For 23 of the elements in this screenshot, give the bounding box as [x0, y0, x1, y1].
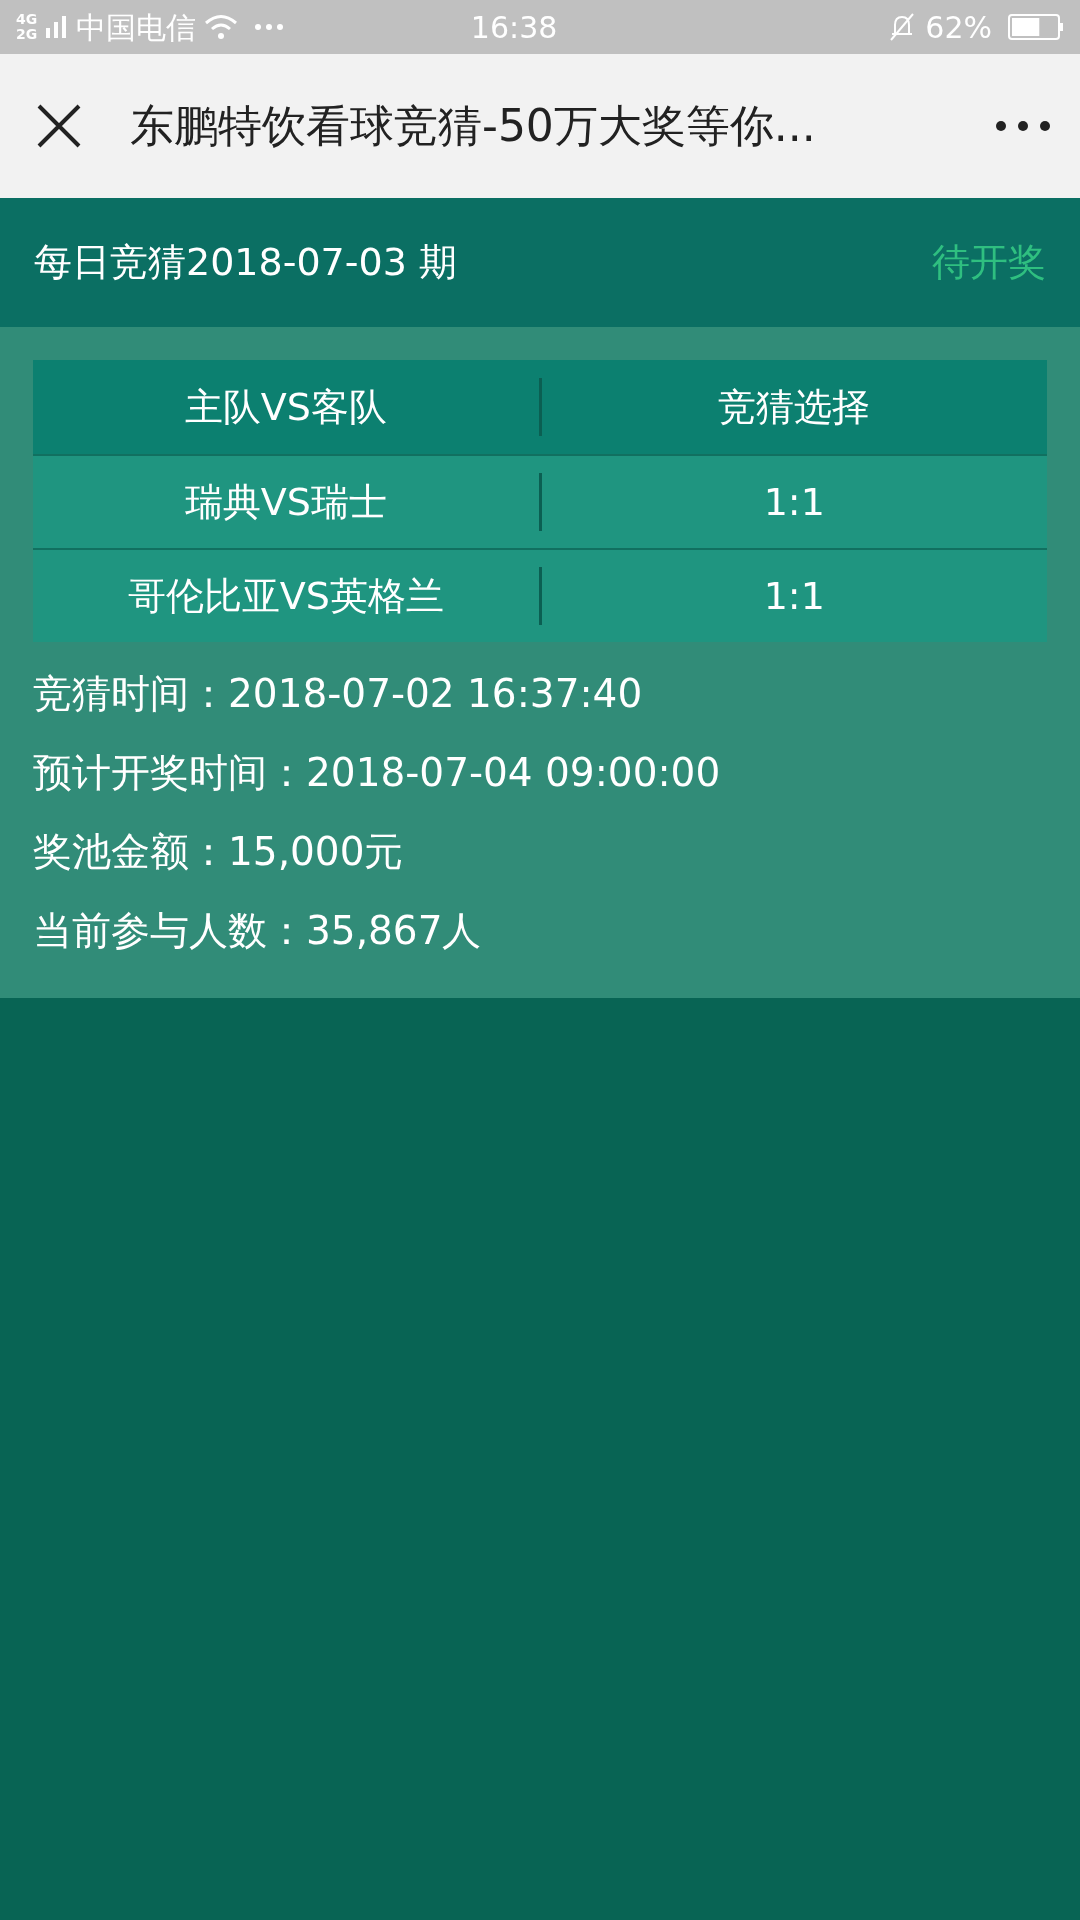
info-line: 奖池金额：15,000元	[33, 829, 404, 874]
table-cell: 1:1	[538, 473, 1047, 531]
table-cell: 1:1	[538, 567, 1047, 625]
draw-status: 待开奖	[932, 239, 1046, 286]
column-header: 主队VS客队	[183, 384, 388, 431]
info-line: 当前参与人数：35,867人	[33, 908, 482, 953]
table-cell-text: 瑞典VS瑞士	[183, 479, 388, 526]
period-title: 每日竞猜2018-07-03 期	[34, 239, 457, 286]
table-cell-text: 哥伦比亚VS英格兰	[126, 573, 445, 620]
page-title: 东鹏特饮看球竞猜-50万大奖等你...	[130, 99, 816, 153]
more-icon[interactable]	[996, 121, 1050, 131]
battery-icon	[1008, 14, 1064, 40]
close-icon[interactable]	[36, 103, 82, 149]
clock-time: 16:38	[470, 8, 558, 47]
more-icon	[254, 23, 284, 31]
network-type: 4G 2G	[16, 12, 39, 42]
battery-percent: 62%	[925, 8, 992, 47]
signal-icon	[44, 14, 68, 40]
info-line: 预计开奖时间：2018-07-04 09:00:00	[33, 750, 721, 795]
wifi-icon	[204, 13, 238, 41]
column-header: 竞猜选择	[538, 378, 1047, 436]
info-line: 竞猜时间：2018-07-02 16:37:40	[33, 671, 643, 716]
carrier-name: 中国电信	[76, 8, 196, 47]
